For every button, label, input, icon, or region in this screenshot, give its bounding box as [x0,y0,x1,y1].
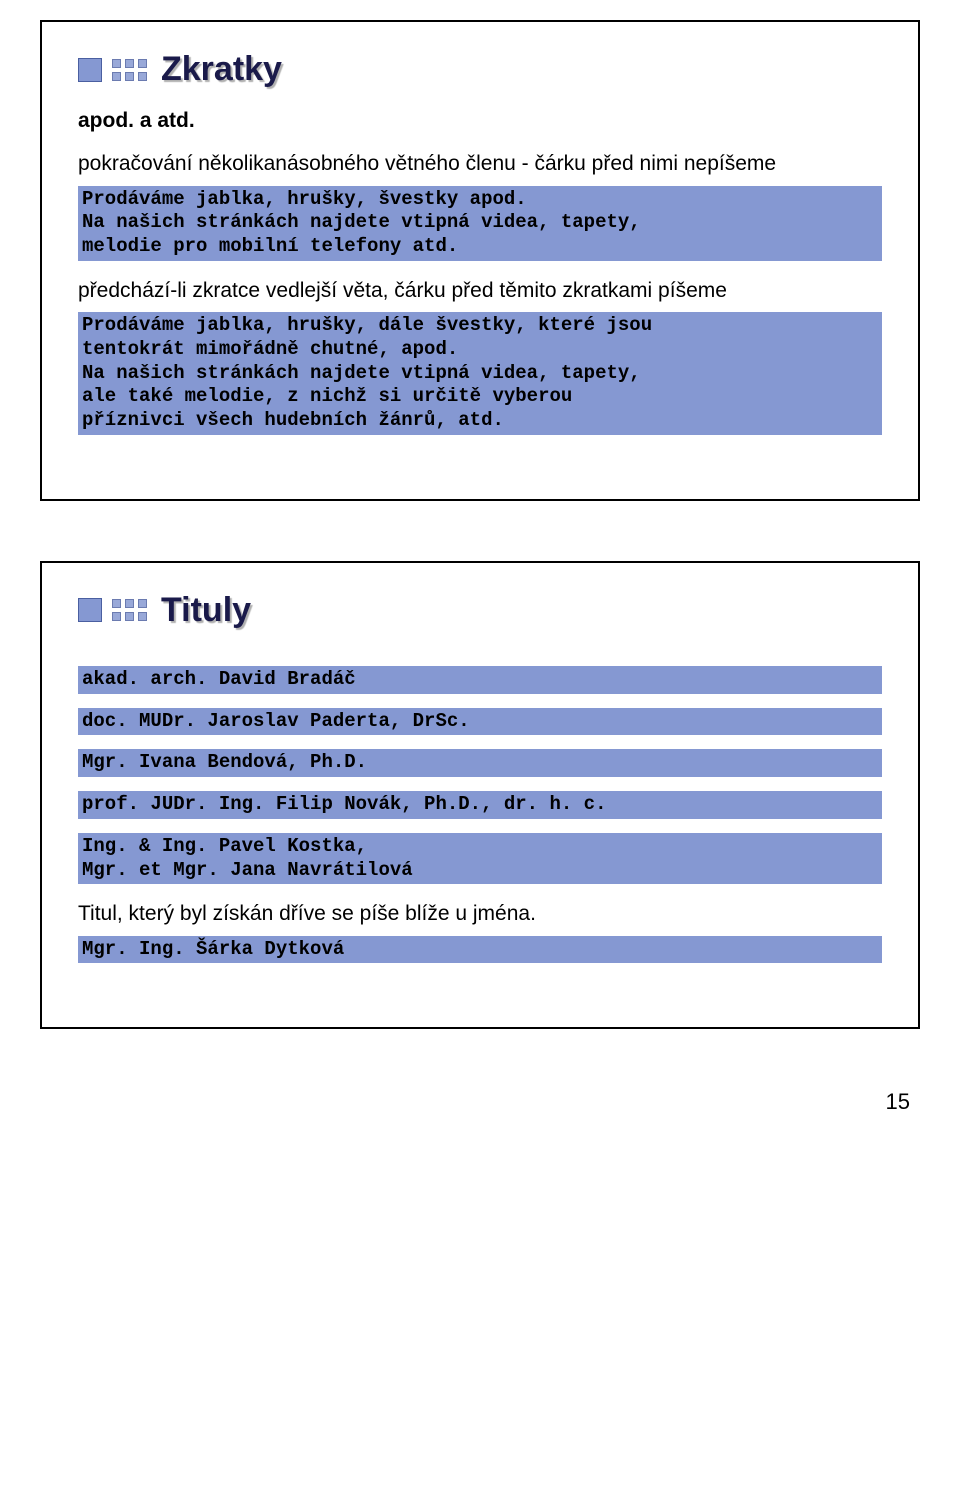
header-square-icon [78,598,102,622]
subheading: apod. a atd. [78,107,882,134]
example-block: doc. MUDr. Jaroslav Paderta, DrSc. [78,708,882,736]
slide-zkratky: Zkratky apod. a atd. pokračování několik… [40,20,920,501]
slide-tituly: Tituly akad. arch. David Bradáč doc. MUD… [40,561,920,1030]
page-number: 15 [40,1089,920,1115]
slide-title: Tituly [161,591,251,630]
paragraph: pokračování několikanásobného větného čl… [78,150,882,177]
example-block: Mgr. Ing. Šárka Dytková [78,936,882,964]
header-square-icon [78,58,102,82]
header-dots-icon [112,59,147,81]
slide-header: Tituly [78,591,882,630]
header-dots-icon [112,599,147,621]
example-block: Ing. & Ing. Pavel Kostka, Mgr. et Mgr. J… [78,833,882,885]
slide-title: Zkratky [161,50,282,89]
example-block: prof. JUDr. Ing. Filip Novák, Ph.D., dr.… [78,791,882,819]
example-block: Prodáváme jablka, hrušky, švestky apod. … [78,186,882,261]
paragraph: Titul, který byl získán dříve se píše bl… [78,900,882,927]
slide-header: Zkratky [78,50,882,89]
example-block: akad. arch. David Bradáč [78,666,882,694]
example-block: Mgr. Ivana Bendová, Ph.D. [78,749,882,777]
paragraph: předchází-li zkratce vedlejší věta, čárk… [78,277,882,304]
example-block: Prodáváme jablka, hrušky, dále švestky, … [78,312,882,435]
